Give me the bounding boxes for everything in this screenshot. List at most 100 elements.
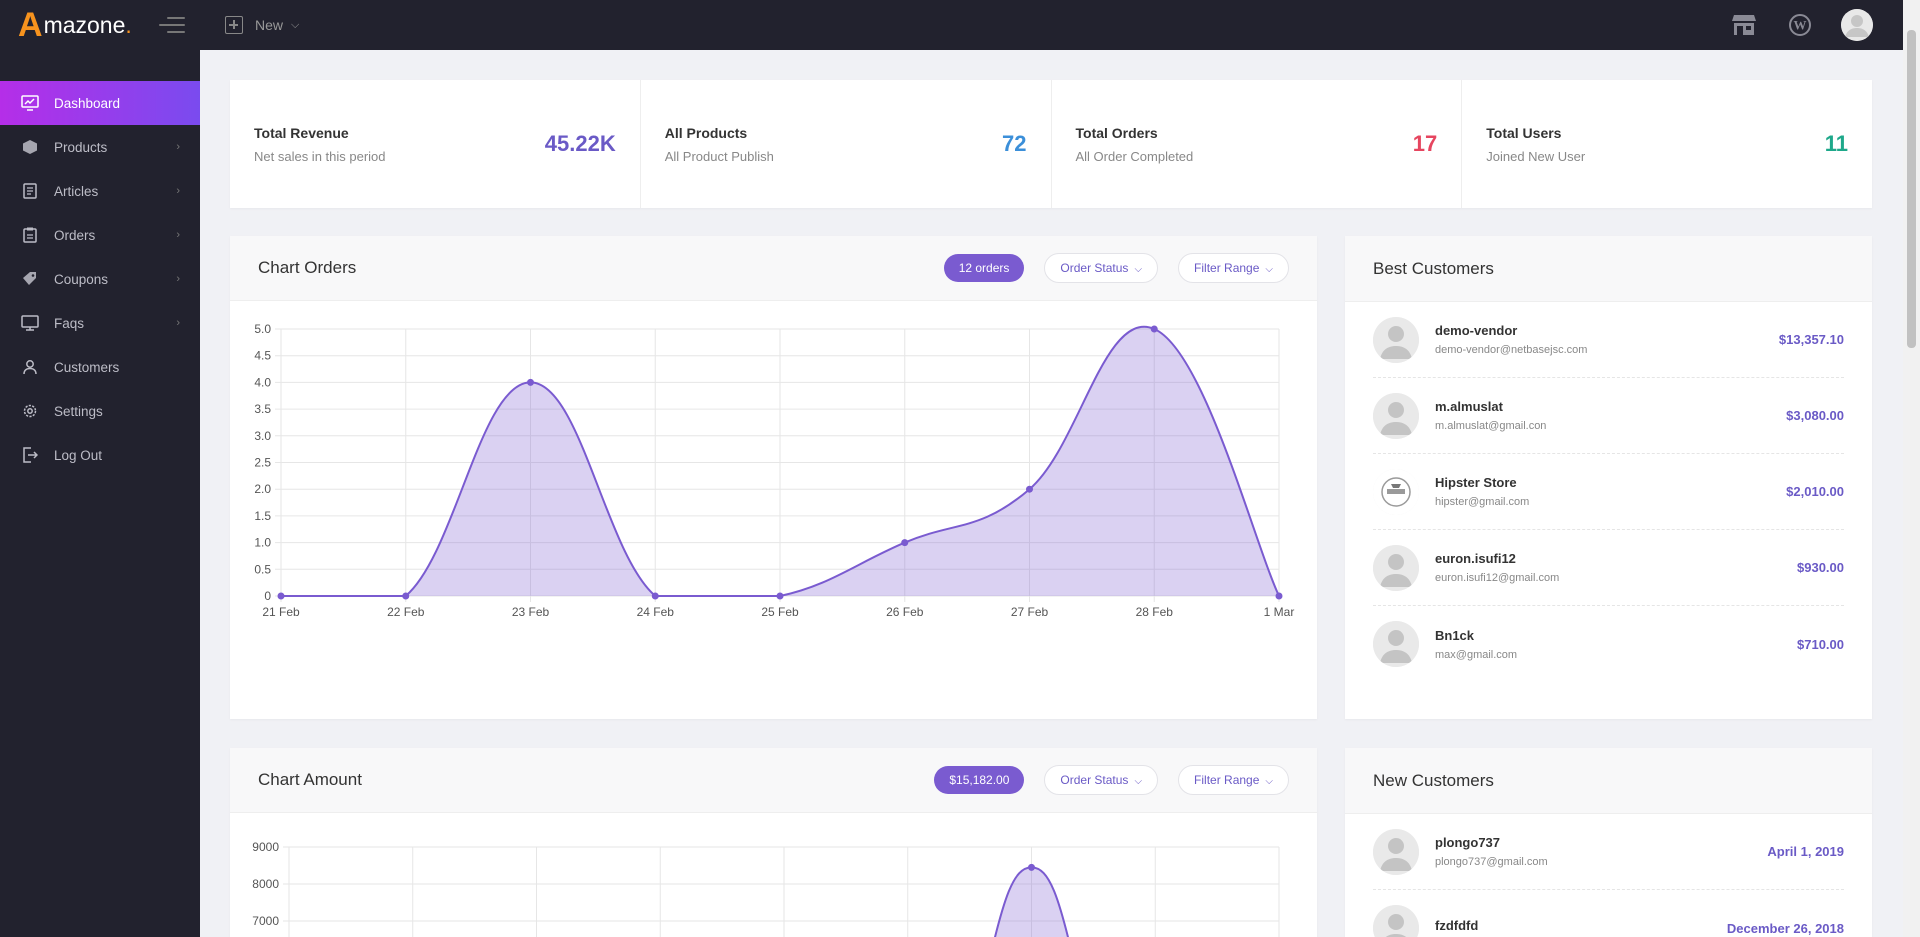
sidebar-item-label: Settings	[54, 403, 103, 419]
coupon-icon	[20, 269, 40, 289]
customer-row[interactable]: demo-vendor demo-vendor@netbasejsc.com $13…	[1373, 302, 1844, 378]
sidebar-item-products[interactable]: Products ›	[0, 125, 200, 169]
chart-icon	[20, 93, 40, 113]
sidebar-item-articles[interactable]: Articles ›	[0, 169, 200, 213]
logo-text: mazone	[43, 11, 126, 38]
page-scrollbar[interactable]	[1903, 0, 1920, 937]
orders-icon	[20, 225, 40, 245]
x-tick-label: 1 Mar	[1264, 605, 1295, 619]
filter-range-dropdown[interactable]: Filter Range ⌵	[1178, 765, 1289, 795]
customer-row[interactable]: m.almuslat m.almuslat@gmail.con $3,080.00	[1373, 378, 1844, 454]
new-customers-card: New Customers plongo737 plongo737@gmail.c…	[1345, 748, 1872, 937]
user-avatar[interactable]	[1841, 9, 1873, 41]
customer-value: $930.00	[1797, 560, 1844, 575]
sidebar-item-log-out[interactable]: Log Out	[0, 433, 200, 477]
sidebar-item-label: Customers	[54, 359, 120, 375]
customer-value: $710.00	[1797, 636, 1844, 652]
customer-row[interactable]: plongo737 plongo737@gmail.com April 1, 201…	[1373, 814, 1844, 890]
customer-avatar	[1373, 905, 1419, 937]
sidebar-item-label: Articles	[54, 183, 99, 199]
customer-value: December 26, 2018	[1726, 920, 1844, 936]
customer-avatar	[1373, 544, 1419, 591]
customer-row[interactable]: fzdfdfd December 26, 2018	[1373, 890, 1844, 937]
logo-letter: A	[18, 6, 43, 44]
sidebar-item-label: Products	[54, 139, 108, 155]
box-icon	[20, 137, 40, 157]
stat-subtitle: Net sales in this period	[254, 148, 386, 164]
stat-subtitle: All Order Completed	[1075, 148, 1194, 164]
chart-amount-card: Chart Amount $15,182.00 Order Status ⌵ Fi…	[230, 748, 1317, 937]
stat-card: Total Revenue Net sales in this period 45.…	[230, 80, 641, 208]
order-status-label: Order Status	[1060, 261, 1129, 275]
sidebar-item-customers[interactable]: Customers	[0, 345, 200, 389]
orders-data-point	[1275, 592, 1283, 600]
sidebar: Dashboard Products › Articles › Orders › Coupon…	[0, 50, 200, 937]
orders-data-point	[277, 592, 285, 600]
y-tick-label: 9000	[252, 840, 279, 854]
new-button-label: New	[255, 17, 284, 33]
scrollbar-thumb[interactable]	[1907, 30, 1916, 348]
customer-name: fzdfdfd	[1435, 917, 1479, 933]
stat-value: 45.22K	[544, 131, 616, 156]
customer-row[interactable]: Hipster Store hipster@gmail.com $2,010.00	[1373, 454, 1844, 530]
y-tick-label: 1.0	[254, 536, 271, 550]
sidebar-item-dashboard[interactable]: Dashboard	[0, 81, 200, 125]
customer-name: plongo737	[1435, 835, 1501, 850]
sidebar-item-faqs[interactable]: Faqs ›	[0, 301, 200, 345]
new-button[interactable]: New ⌵	[225, 16, 299, 34]
sidebar-item-settings[interactable]: Settings	[0, 389, 200, 433]
y-tick-label: 8000	[252, 877, 279, 891]
article-icon	[20, 181, 40, 201]
sidebar-item-label: Coupons	[54, 271, 109, 287]
x-tick-label: 26 Feb	[886, 605, 924, 619]
filter-range-dropdown[interactable]: Filter Range ⌵	[1178, 253, 1289, 283]
order-status-label: Order Status	[1060, 773, 1129, 787]
stat-card: All Products All Product Publish 72	[641, 80, 1052, 208]
orders-count-badge: 12 orders	[943, 254, 1025, 282]
customer-avatar	[1373, 828, 1419, 875]
brand-logo[interactable]: A mazone .	[0, 8, 155, 42]
y-tick-label: 4.5	[254, 349, 271, 363]
orders-data-point	[776, 592, 784, 600]
logo-dot: .	[125, 11, 132, 38]
customers-icon	[20, 357, 40, 377]
customer-email: max@gmail.com	[1435, 648, 1518, 661]
chart-orders-title: Chart Orders	[258, 258, 357, 277]
chevron-down-icon: ⌵	[291, 18, 300, 31]
wordpress-icon[interactable]: W	[1785, 10, 1815, 40]
customer-value: $3,080.00	[1786, 408, 1844, 423]
y-tick-label: 3.0	[254, 429, 271, 443]
chevron-right-icon: ›	[176, 229, 180, 241]
y-tick-label: 2.0	[254, 482, 271, 496]
store-icon[interactable]	[1729, 10, 1759, 40]
customer-value: April 1, 2019	[1767, 844, 1844, 859]
order-status-dropdown[interactable]: Order Status ⌵	[1044, 765, 1159, 795]
sidebar-item-coupons[interactable]: Coupons ›	[0, 257, 200, 301]
menu-toggle-icon[interactable]	[159, 17, 185, 33]
stat-value: 11	[1824, 131, 1848, 156]
customer-row[interactable]: euron.isufi12 euron.isufi12@gmail.com $930…	[1373, 530, 1844, 606]
stat-title: Total Orders	[1075, 124, 1158, 141]
amount-data-point	[1028, 863, 1035, 871]
order-status-dropdown[interactable]: Order Status ⌵	[1044, 253, 1159, 283]
y-tick-label: 2.5	[254, 456, 271, 470]
y-tick-label: 4.0	[254, 375, 271, 389]
stat-title: Total Revenue	[254, 124, 349, 141]
chart-orders-card: Chart Orders 12 orders Order Status ⌵ Fil…	[230, 236, 1317, 719]
stat-value: 17	[1412, 131, 1438, 156]
customer-name: Bn1ck	[1435, 627, 1475, 643]
filter-range-label: Filter Range	[1194, 261, 1260, 275]
x-tick-label: 25 Feb	[761, 605, 799, 619]
best-customers-card: Best Customers demo-vendor demo-vendor@ne…	[1345, 236, 1872, 719]
customer-row[interactable]: Bn1ck max@gmail.com $710.00	[1373, 606, 1844, 682]
chevron-right-icon: ›	[176, 141, 180, 153]
amount-area-fill	[994, 867, 1069, 937]
svg-text:W: W	[1794, 18, 1807, 33]
sidebar-item-orders[interactable]: Orders ›	[0, 213, 200, 257]
chevron-down-icon: ⌵	[1265, 264, 1273, 275]
stat-title: Total Users	[1486, 124, 1562, 141]
chevron-down-icon: ⌵	[1265, 776, 1273, 787]
filter-range-label: Filter Range	[1194, 773, 1260, 787]
x-tick-label: 27 Feb	[1011, 605, 1049, 619]
stat-title: All Products	[664, 124, 748, 141]
